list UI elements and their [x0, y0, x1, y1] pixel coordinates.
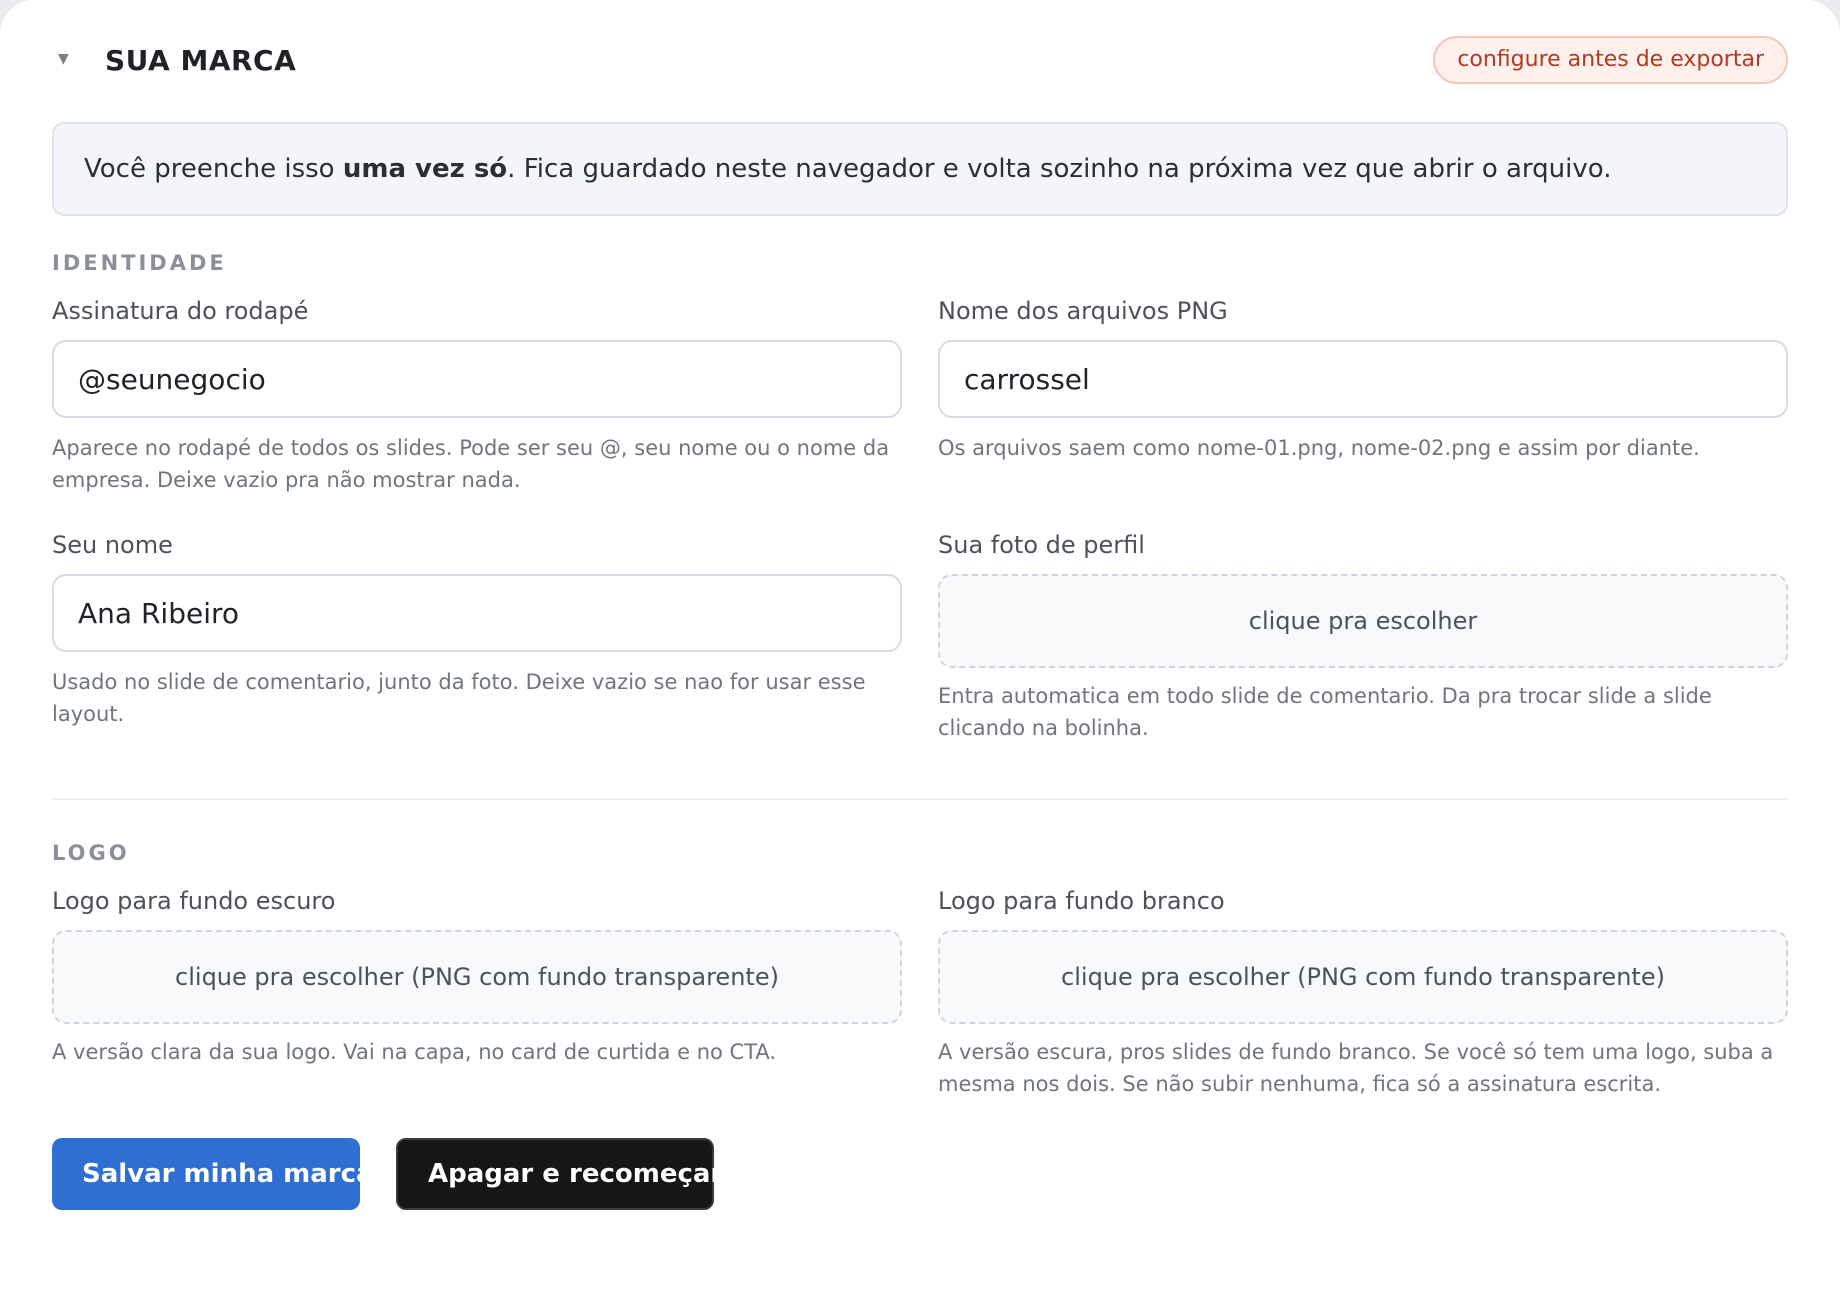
panel-title[interactable]: SUA MARCA: [105, 44, 296, 78]
logo-dark-bg-label: Logo para fundo escuro: [52, 887, 336, 915]
action-buttons: Salvar minha marca Apagar e recomeçar: [52, 1138, 1788, 1210]
file-name-help: Os arquivos saem como nome-01.png, nome-…: [938, 436, 1700, 460]
logo-white-bg-label: Logo para fundo branco: [938, 887, 1225, 915]
profile-photo-picker[interactable]: clique pra escolher: [938, 574, 1788, 668]
logo-white-bg-help: A versão escura, pros slides de fundo br…: [938, 1040, 1774, 1096]
logo-white-bg-field: Logo para fundo branco clique pra escolh…: [938, 886, 1788, 1100]
reset-brand-button[interactable]: Apagar e recomeçar: [396, 1138, 723, 1210]
footer-signature-help: Aparece no rodapé de todos os slides. Po…: [52, 436, 890, 492]
footer-signature-field: Assinatura do rodapé Aparece no rodapé d…: [52, 296, 902, 496]
info-box: Você preenche isso uma vez só. Fica guar…: [52, 122, 1788, 216]
your-name-input[interactable]: [52, 574, 902, 652]
profile-photo-label: Sua foto de perfil: [938, 531, 1145, 559]
logo-white-bg-picker[interactable]: clique pra escolher (PNG com fundo trans…: [938, 930, 1788, 1024]
info-text-bold: uma vez só: [342, 154, 508, 184]
logo-dark-bg-field: Logo para fundo escuro clique pra escolh…: [52, 886, 902, 1100]
file-name-label: Nome dos arquivos PNG: [938, 297, 1228, 325]
profile-photo-field: Sua foto de perfil clique pra escolher E…: [938, 530, 1788, 744]
save-brand-button[interactable]: Salvar minha marca: [52, 1138, 374, 1210]
logo-dark-bg-picker[interactable]: clique pra escolher (PNG com fundo trans…: [52, 930, 902, 1024]
section-title-logo: LOGO: [52, 841, 130, 865]
footer-signature-label: Assinatura do rodapé: [52, 297, 309, 325]
your-name-field: Seu nome Usado no slide de comentario, j…: [52, 530, 902, 744]
file-name-field: Nome dos arquivos PNG Os arquivos saem c…: [938, 296, 1788, 496]
info-text-before: Você preenche isso: [84, 154, 343, 184]
logo-row: Logo para fundo escuro clique pra escolh…: [52, 886, 1788, 1100]
section-title-identity: IDENTIDADE: [52, 251, 227, 275]
identity-row-2: Seu nome Usado no slide de comentario, j…: [52, 530, 1788, 744]
profile-photo-help: Entra automatica em todo slide de coment…: [938, 684, 1712, 740]
identity-row-1: Assinatura do rodapé Aparece no rodapé d…: [52, 296, 1788, 496]
your-name-help: Usado no slide de comentario, junto da f…: [52, 670, 866, 726]
info-text-after: . Fica guardado neste navegador e volta …: [507, 154, 1612, 184]
file-name-input[interactable]: [938, 340, 1788, 418]
logo-dark-bg-help: A versão clara da sua logo. Vai na capa,…: [52, 1040, 777, 1064]
your-name-label: Seu nome: [52, 531, 173, 559]
panel-header: ▼ SUA MARCA configure antes de exportar: [52, 0, 1788, 122]
status-badge: configure antes de exportar: [1433, 36, 1788, 84]
brand-settings-panel: ▼ SUA MARCA configure antes de exportar …: [0, 0, 1840, 1314]
collapse-caret-icon[interactable]: ▼: [58, 52, 69, 66]
section-divider: [52, 798, 1788, 800]
footer-signature-input[interactable]: [52, 340, 902, 418]
